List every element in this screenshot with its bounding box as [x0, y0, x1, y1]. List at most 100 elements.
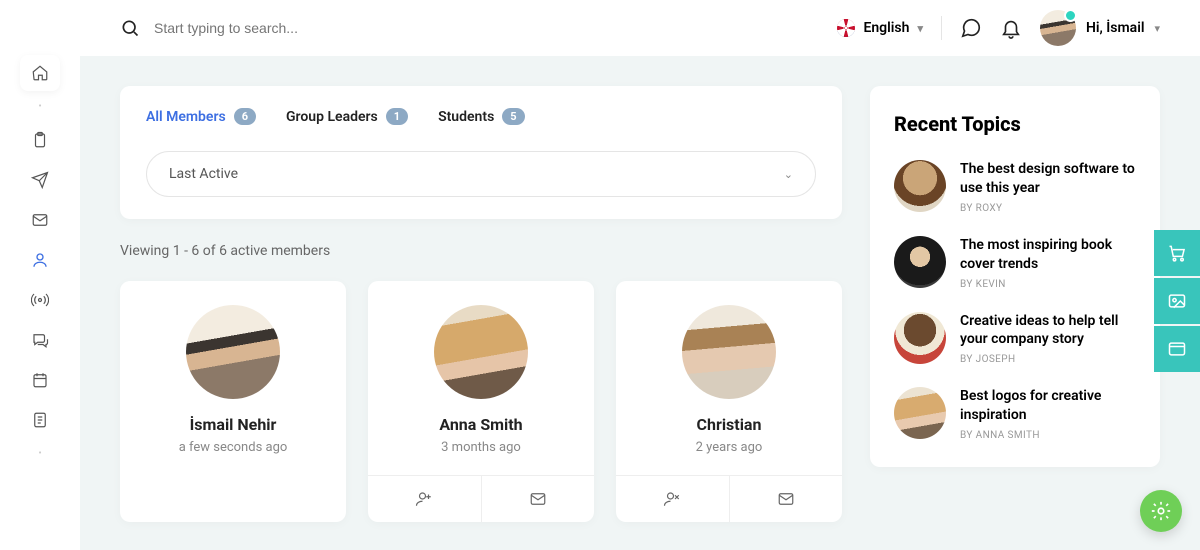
message-icon	[960, 17, 982, 39]
topic-item[interactable]: The best design software to use this yea…	[894, 160, 1136, 214]
sidebar-mail[interactable]	[20, 202, 60, 238]
paper-plane-icon	[31, 171, 49, 189]
tab-label: Students	[438, 109, 494, 125]
broadcast-icon	[31, 291, 49, 309]
mail-icon	[528, 490, 548, 508]
mail-icon	[776, 490, 796, 508]
topic-title: The most inspiring book cover trends	[960, 236, 1136, 274]
search-input[interactable]	[154, 20, 454, 36]
sidebar-forum[interactable]	[20, 322, 60, 358]
tab-all-members[interactable]: All Members 6	[146, 108, 256, 125]
member-card[interactable]: Christian 2 years ago	[616, 281, 842, 522]
remove-friend-icon	[662, 490, 682, 508]
flag-uk-icon	[837, 19, 855, 37]
topbar: English ▾ Hi, İsmail ▾	[80, 0, 1200, 56]
member-actions	[616, 475, 842, 522]
sort-select[interactable]: Last Active ⌄	[146, 151, 816, 197]
sort-selected: Last Active	[169, 166, 238, 182]
user-greeting: Hi, İsmail	[1086, 20, 1145, 36]
settings-fab[interactable]	[1140, 490, 1182, 532]
member-last-active: 2 years ago	[696, 440, 763, 455]
chevron-down-icon: ▾	[917, 22, 923, 35]
bell-icon	[1000, 17, 1022, 39]
add-friend-icon	[414, 490, 434, 508]
tab-badge: 6	[234, 108, 256, 125]
mail-icon	[31, 211, 49, 229]
topic-item[interactable]: Best logos for creative inspiration BY A…	[894, 387, 1136, 441]
tab-students[interactable]: Students 5	[438, 108, 525, 125]
user-icon	[31, 251, 49, 269]
sidebar-members[interactable]	[20, 242, 60, 278]
topic-title: The best design software to use this yea…	[960, 160, 1136, 198]
clipboard-icon	[31, 131, 49, 149]
user-menu[interactable]: Hi, İsmail ▾	[1040, 10, 1160, 46]
topic-avatar	[894, 236, 946, 288]
member-last-active: a few seconds ago	[179, 440, 288, 455]
topic-author: BY KEVIN	[960, 279, 1136, 290]
sidebar-right: Recent Topics The best design software t…	[870, 86, 1160, 550]
recent-topics-card: Recent Topics The best design software t…	[870, 86, 1160, 467]
topbar-divider	[941, 16, 942, 40]
tab-label: All Members	[146, 109, 226, 125]
topic-author: BY JOSEPH	[960, 354, 1136, 365]
topic-avatar	[894, 387, 946, 439]
floating-actions	[1154, 230, 1200, 374]
viewing-count: Viewing 1 - 6 of 6 active members	[120, 243, 842, 259]
calendar-icon	[31, 371, 49, 389]
member-name: İsmail Nehir	[190, 415, 277, 434]
cart-icon	[1167, 243, 1187, 263]
member-card[interactable]: Anna Smith 3 months ago	[368, 281, 594, 522]
search-icon	[120, 18, 140, 38]
main: All Members 6 Group Leaders 1 Students 5…	[80, 56, 1200, 550]
home-icon	[31, 64, 49, 82]
add-friend-button[interactable]	[368, 476, 482, 522]
member-avatar	[682, 305, 776, 399]
sidebar-broadcast[interactable]	[20, 282, 60, 318]
member-avatar	[186, 305, 280, 399]
sidebar-separator: •	[38, 101, 41, 112]
chat-icon	[31, 331, 49, 349]
member-name: Anna Smith	[439, 415, 522, 434]
sidebar-calendar[interactable]	[20, 362, 60, 398]
remove-friend-button[interactable]	[616, 476, 730, 522]
sidebar-separator-bottom: •	[38, 448, 41, 459]
content: All Members 6 Group Leaders 1 Students 5…	[120, 86, 842, 550]
tab-label: Group Leaders	[286, 109, 378, 125]
tab-badge: 5	[502, 108, 524, 125]
member-actions	[368, 475, 594, 522]
layout-button[interactable]	[1154, 326, 1200, 372]
search[interactable]	[120, 18, 819, 38]
topic-title: Best logos for creative inspiration	[960, 387, 1136, 425]
language-switcher[interactable]: English ▾	[837, 19, 923, 37]
topic-avatar	[894, 160, 946, 212]
topic-author: BY ROXY	[960, 203, 1136, 214]
gallery-button[interactable]	[1154, 278, 1200, 324]
messages-button[interactable]	[960, 17, 982, 39]
cart-button[interactable]	[1154, 230, 1200, 276]
filter-card: All Members 6 Group Leaders 1 Students 5…	[120, 86, 842, 219]
message-button[interactable]	[482, 476, 595, 522]
sidebar-home[interactable]	[20, 55, 60, 91]
sidebar-send[interactable]	[20, 162, 60, 198]
member-card[interactable]: İsmail Nehir a few seconds ago	[120, 281, 346, 522]
member-tabs: All Members 6 Group Leaders 1 Students 5	[146, 108, 816, 125]
chevron-down-icon: ⌄	[784, 168, 793, 181]
recent-topics-title: Recent Topics	[894, 112, 1136, 136]
sidebar-docs[interactable]	[20, 402, 60, 438]
tab-badge: 1	[386, 108, 408, 125]
topic-title: Creative ideas to help tell your company…	[960, 312, 1136, 350]
user-avatar	[1040, 10, 1076, 46]
window-icon	[1167, 339, 1187, 359]
topic-item[interactable]: The most inspiring book cover trends BY …	[894, 236, 1136, 290]
language-label: English	[863, 20, 909, 36]
tab-group-leaders[interactable]: Group Leaders 1	[286, 108, 408, 125]
topic-author: BY ANNA SMITH	[960, 430, 1136, 441]
sidebar-clipboard[interactable]	[20, 122, 60, 158]
member-name: Christian	[697, 415, 762, 434]
member-avatar	[434, 305, 528, 399]
notifications-button[interactable]	[1000, 17, 1022, 39]
gear-icon	[1150, 500, 1172, 522]
topic-item[interactable]: Creative ideas to help tell your company…	[894, 312, 1136, 366]
message-button[interactable]	[730, 476, 843, 522]
topic-avatar	[894, 312, 946, 364]
